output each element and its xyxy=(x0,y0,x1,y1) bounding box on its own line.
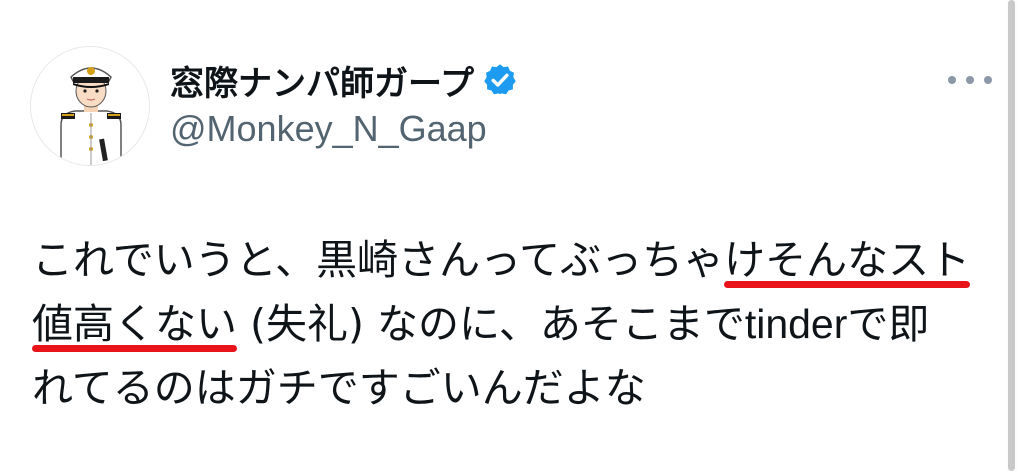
scrollbar-thumb[interactable] xyxy=(1008,0,1015,471)
underlined-phrase: けそんなスト xyxy=(724,228,971,292)
underlined-phrase: 値高くない xyxy=(32,292,237,356)
navy-officer-illustration xyxy=(60,67,122,165)
tweet-text: これでいうと、黒崎さんってぶっちゃけそんなスト 値高くない (失礼) なのに、あ… xyxy=(32,228,1002,420)
avatar[interactable] xyxy=(30,46,150,166)
tweet-card: 窓際ナンパ師ガープ @Monkey_N_Gaap これでいうと、黒崎さんってぶっ… xyxy=(0,0,1024,471)
display-name[interactable]: 窓際ナンパ師ガープ xyxy=(170,56,474,105)
verified-check-icon[interactable] xyxy=(482,62,518,98)
tweet-line-3: れてるのはガチですごいんだよな xyxy=(32,364,646,412)
more-options-icon[interactable] xyxy=(948,66,992,94)
tweet-line-1: これでいうと、黒崎さんってぶっちゃけそんなスト xyxy=(32,228,1002,292)
tweet-line-2: 値高くない (失礼) なのに、あそこまでtinderで即 xyxy=(32,292,1002,356)
author-name-row[interactable]: 窓際ナンパ師ガープ xyxy=(170,54,518,106)
author-handle[interactable]: @Monkey_N_Gaap xyxy=(170,108,487,150)
